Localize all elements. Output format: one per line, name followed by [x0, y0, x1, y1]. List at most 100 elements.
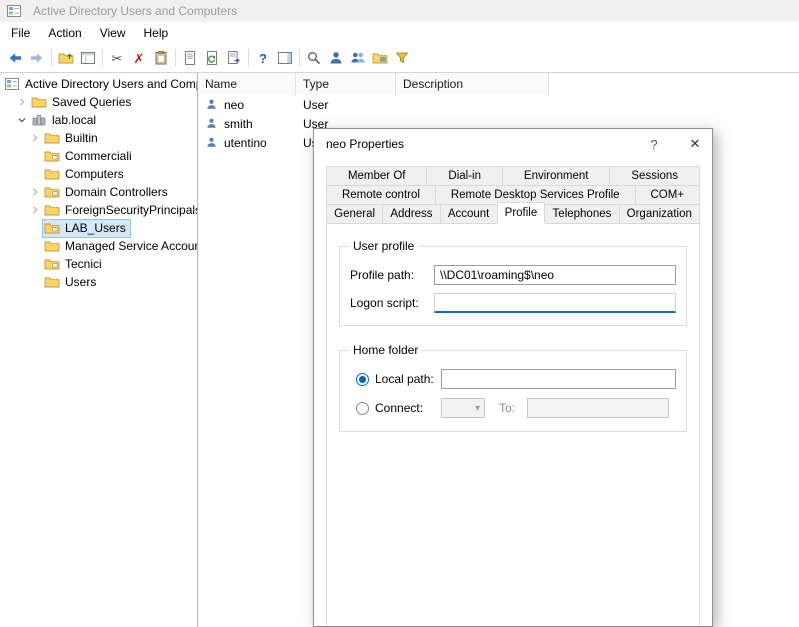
properties-icon[interactable] [179, 47, 201, 69]
chevron-spacer [28, 257, 42, 271]
menu-view[interactable]: View [91, 23, 135, 43]
tree-item-body[interactable]: lab.local [29, 111, 101, 130]
local-path-label: Local path: [375, 372, 441, 386]
menu-action[interactable]: Action [39, 23, 90, 43]
refresh-icon[interactable] [201, 47, 223, 69]
folder-icon [44, 275, 61, 290]
tab-com[interactable]: COM+ [635, 185, 700, 205]
titlebar[interactable]: Active Directory Users and Computers [0, 0, 799, 22]
tab-row-1: Member OfDial-inEnvironmentSessions [326, 166, 700, 186]
tree-item-body[interactable]: Commerciali [42, 147, 137, 166]
cell-name: smith [224, 117, 253, 131]
local-path-input[interactable] [441, 369, 676, 389]
tab-profile[interactable]: Profile [497, 202, 546, 224]
tree-item-saved-queries[interactable]: Saved Queries [0, 93, 197, 111]
list-row-neo[interactable]: neoUser [198, 95, 799, 114]
up-one-level-icon[interactable] [55, 47, 77, 69]
user-profile-group: User profile Profile path: Logon script: [339, 246, 687, 326]
tab-dial-in[interactable]: Dial-in [426, 166, 503, 186]
tree-item-label: lab.local [52, 113, 96, 127]
local-path-radio[interactable] [356, 373, 369, 386]
tree-item-body[interactable]: Domain Controllers [42, 183, 173, 202]
tree-item-domain-controllers[interactable]: Domain Controllers [0, 183, 197, 201]
tree-item-builtin[interactable]: Builtin [0, 129, 197, 147]
collapsed-chevron-icon[interactable] [28, 185, 42, 199]
cut-icon[interactable]: ✂ [106, 47, 128, 69]
chevron-spacer [28, 275, 42, 289]
tree-item-body[interactable]: Builtin [42, 129, 103, 148]
find-icon[interactable] [303, 47, 325, 69]
column-header-name[interactable]: Name [198, 73, 296, 95]
tab-address[interactable]: Address [382, 204, 440, 224]
new-ou-icon[interactable] [369, 47, 391, 69]
tree-item-foreignsecurityprincipals[interactable]: ForeignSecurityPrincipals [0, 201, 197, 219]
ou-icon [44, 185, 61, 200]
show-action-pane-icon[interactable] [274, 47, 296, 69]
column-header-type[interactable]: Type [296, 73, 396, 95]
tree-item-label: ForeignSecurityPrincipals [65, 203, 198, 217]
tree-item-label: Domain Controllers [65, 185, 168, 199]
export-list-icon[interactable] [223, 47, 245, 69]
logon-script-input[interactable] [434, 293, 676, 313]
expanded-chevron-icon[interactable] [15, 113, 29, 127]
tab-environment[interactable]: Environment [502, 166, 610, 186]
back-icon[interactable] [4, 47, 26, 69]
set-filter-icon[interactable] [391, 47, 413, 69]
tree-item-body[interactable]: Saved Queries [29, 93, 136, 112]
tree-item-managed-service-accounts[interactable]: Managed Service Accounts [0, 237, 197, 255]
menu-file[interactable]: File [2, 23, 39, 43]
show-console-tree-icon[interactable] [77, 47, 99, 69]
user-profile-group-label: User profile [349, 239, 418, 253]
paste-icon[interactable] [150, 47, 172, 69]
tree-item-body[interactable]: LAB_Users [42, 219, 131, 238]
home-folder-group-label: Home folder [349, 343, 422, 357]
tree-item-body[interactable]: Managed Service Accounts [42, 237, 198, 256]
tree-item-body[interactable]: ForeignSecurityPrincipals [42, 201, 198, 220]
collapsed-chevron-icon[interactable] [15, 95, 29, 109]
profile-path-input[interactable] [434, 265, 676, 285]
tree-item-lab-users[interactable]: LAB_Users [0, 219, 197, 237]
tree-item-body[interactable]: Tecnici [42, 255, 107, 274]
collapsed-chevron-icon[interactable] [28, 131, 42, 145]
menu-help[interactable]: Help [135, 23, 178, 43]
tab-strip: Member OfDial-inEnvironmentSessionsRemot… [326, 166, 700, 224]
tab-organization[interactable]: Organization [619, 204, 701, 224]
new-group-icon[interactable] [347, 47, 369, 69]
tree-item-commerciali[interactable]: Commerciali [0, 147, 197, 165]
chevron-down-icon: ▾ [475, 403, 480, 414]
forward-icon[interactable] [26, 47, 48, 69]
tab-telephones[interactable]: Telephones [544, 204, 619, 224]
column-header-description[interactable]: Description [396, 73, 549, 95]
delete-icon[interactable]: ✗ [128, 47, 150, 69]
tab-sessions[interactable]: Sessions [609, 166, 700, 186]
new-user-icon[interactable] [325, 47, 347, 69]
dialog-close-button[interactable]: ✕ [678, 129, 712, 159]
tree-item-label: Commerciali [65, 149, 132, 163]
ou-icon [44, 221, 61, 236]
tree-item-lab-local[interactable]: lab.local [0, 111, 197, 129]
tree-item-active-directory-users-and-computers[interactable]: Active Directory Users and Computers [0, 75, 197, 93]
tab-account[interactable]: Account [440, 204, 498, 224]
tab-member-of[interactable]: Member Of [326, 166, 427, 186]
help-icon[interactable]: ? [252, 47, 274, 69]
tab-remote-control[interactable]: Remote control [326, 185, 436, 205]
tree-item-label: Managed Service Accounts [65, 239, 198, 253]
collapsed-chevron-icon[interactable] [28, 203, 42, 217]
tree-item-body[interactable]: Active Directory Users and Computers [2, 75, 198, 94]
tab-general[interactable]: General [326, 204, 383, 224]
window-title: Active Directory Users and Computers [33, 4, 237, 18]
tree-item-body[interactable]: Computers [42, 165, 129, 184]
connect-to-input[interactable] [527, 398, 669, 418]
chevron-spacer [28, 167, 42, 181]
menubar: FileActionViewHelp [0, 22, 799, 44]
tree-item-tecnici[interactable]: Tecnici [0, 255, 197, 273]
dialog-help-button[interactable]: ? [639, 129, 669, 159]
tree-item-computers[interactable]: Computers [0, 165, 197, 183]
tree-item-users[interactable]: Users [0, 273, 197, 291]
tree-item-label: Saved Queries [52, 95, 131, 109]
drive-letter-select[interactable]: ▾ [441, 398, 485, 418]
connect-radio[interactable] [356, 402, 369, 415]
cell-type: User [296, 98, 396, 112]
tree-item-body[interactable]: Users [42, 273, 101, 292]
dialog-titlebar[interactable]: neo Properties ? ✕ [314, 129, 712, 159]
